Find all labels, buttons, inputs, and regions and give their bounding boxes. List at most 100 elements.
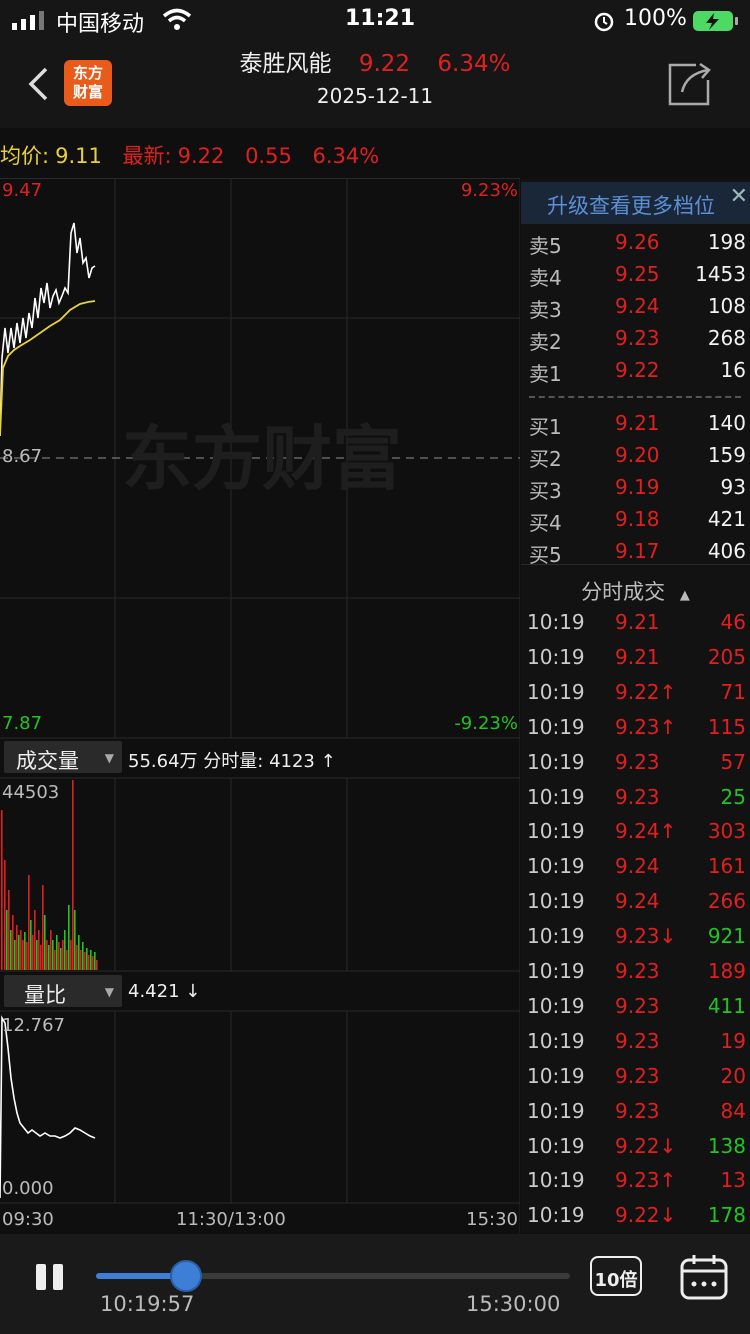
- volume-summary: 55.64万 分时量: 4123 ↑: [128, 747, 336, 773]
- volume-bar: [4, 860, 6, 970]
- stock-name: 泰胜风能: [239, 51, 332, 77]
- change-pct-value: 6.34%: [312, 144, 380, 168]
- ask-row[interactable]: 卖1 9.22 16: [521, 358, 750, 390]
- trade-price: 9.23: [615, 1063, 660, 1088]
- price-high-label: 9.47: [2, 180, 43, 201]
- playback-thumb[interactable]: [170, 1260, 203, 1292]
- trade-volume: 266: [707, 889, 746, 914]
- bid-level-label: 买2: [529, 447, 562, 471]
- ask-volume: 16: [720, 358, 746, 382]
- volume-bar: [78, 935, 80, 970]
- bid-row[interactable]: 买5 9.17 406: [521, 539, 750, 571]
- playback-bar: 10:19:57 15:30:00 10倍: [0, 1234, 750, 1334]
- playback-track[interactable]: [96, 1260, 570, 1292]
- carrier-label: 中国移动: [56, 12, 145, 37]
- trade-time: 10:19: [527, 819, 585, 844]
- trade-time: 10:19: [527, 1063, 585, 1088]
- bid-row[interactable]: 买4 9.18 421: [521, 507, 750, 539]
- trade-volume: 115: [707, 714, 746, 739]
- volume-bar: [84, 952, 86, 970]
- trade-volume: 25: [720, 784, 746, 809]
- share-icon[interactable]: [666, 62, 714, 108]
- volume-bar: [66, 950, 68, 970]
- bid-row[interactable]: 买1 9.21 140: [521, 411, 750, 443]
- volume-bar: [32, 935, 34, 970]
- quote-panel: 升级查看更多档位 ✕ 卖5 9.26 198 卖4 9.25 1453 卖3 9.24 108 卖…: [521, 178, 750, 1233]
- trade-time: 10:19: [527, 1098, 585, 1123]
- ask-price: 9.24: [615, 294, 660, 318]
- price-info-bar: 均价: 9.11 最新: 9.22 0.55 6.34%: [0, 128, 750, 178]
- trade-row: 10:19 9.21 46: [521, 610, 750, 645]
- clock-time: 11:21: [345, 6, 416, 31]
- trade-price: 9.24↑: [615, 819, 677, 844]
- volume-bar: [20, 930, 22, 970]
- book-separator: [521, 564, 750, 565]
- speed-button[interactable]: 10倍: [590, 1256, 642, 1296]
- change-value: 0.55: [245, 144, 292, 168]
- trades-header[interactable]: 分时成交 ▲: [521, 576, 750, 606]
- ask-row[interactable]: 卖2 9.23 268: [521, 326, 750, 358]
- ratio-max-label: 12.767: [2, 1015, 65, 1036]
- trade-row: 10:19 9.23 20: [521, 1064, 750, 1099]
- volume-bar: [54, 950, 56, 970]
- ask-price: 9.25: [615, 262, 660, 286]
- volume-bar: [90, 950, 92, 970]
- tick-volume-arrow: ↑: [320, 751, 336, 772]
- ask-volume: 108: [707, 294, 746, 318]
- avg-value: 9.11: [55, 144, 102, 168]
- trade-time: 10:19: [527, 610, 585, 634]
- avg-price-line: [0, 300, 96, 437]
- trade-price: 9.23: [615, 993, 660, 1018]
- volume-bar: [10, 930, 12, 970]
- trade-time: 10:19: [527, 993, 585, 1018]
- ask-row[interactable]: 卖4 9.25 1453: [521, 262, 750, 294]
- bid-level-label: 买1: [529, 415, 562, 439]
- volume-bar: [80, 950, 82, 970]
- stock-title: 泰胜风能 9.22 6.34%: [0, 44, 750, 78]
- dropdown-arrow-icon: ▼: [104, 751, 114, 765]
- calendar-icon[interactable]: [680, 1254, 728, 1300]
- volume-bar: [38, 930, 40, 970]
- trade-volume: 411: [707, 993, 746, 1018]
- ask-price: 9.23: [615, 326, 660, 350]
- trade-volume: 205: [707, 644, 746, 669]
- volume-bar: [16, 925, 18, 970]
- ratio-indicator-dropdown[interactable]: 量比 ▼: [4, 975, 122, 1007]
- close-icon[interactable]: ✕: [730, 184, 748, 209]
- playback-current-time: 10:19:57: [100, 1292, 195, 1316]
- ask-row[interactable]: 卖3 9.24 108: [521, 294, 750, 326]
- volume-bar: [76, 945, 78, 970]
- trade-price: 9.22↓: [615, 1203, 677, 1228]
- ask-level-label: 卖3: [529, 298, 562, 322]
- time-axis-start: 09:30: [2, 1209, 54, 1230]
- volume-bar: [44, 915, 46, 970]
- trade-price: 9.23: [615, 1098, 660, 1123]
- ask-row[interactable]: 卖5 9.26 198: [521, 230, 750, 262]
- volume-bar: [92, 956, 94, 970]
- volume-bar: [40, 945, 42, 970]
- trade-row: 10:19 9.23 189: [521, 959, 750, 994]
- bid-row[interactable]: 买3 9.19 93: [521, 475, 750, 507]
- ask-level-label: 卖1: [529, 362, 562, 386]
- trade-price: 9.23↑: [615, 714, 677, 739]
- volume-total: 55.64万: [128, 751, 198, 772]
- battery-icon: [693, 11, 738, 31]
- intraday-chart[interactable]: 东方财富 9.47 9.23% 8.67 7.87 -9.23% 成交量 ▼ 55…: [0, 178, 520, 1233]
- volume-bar: [26, 942, 28, 970]
- volume-bar: [18, 935, 20, 970]
- signal-icon: [12, 11, 44, 30]
- trade-price: 9.22↓: [615, 1133, 677, 1158]
- upgrade-banner[interactable]: 升级查看更多档位 ✕: [521, 182, 750, 224]
- bid-price: 9.20: [615, 443, 660, 467]
- trade-row: 10:19 9.23 57: [521, 750, 750, 785]
- latest-value: 9.22: [177, 144, 225, 168]
- bid-row[interactable]: 买2 9.20 159: [521, 443, 750, 475]
- ratio-summary: 4.421 ↓: [128, 981, 200, 1002]
- wifi-icon: [162, 8, 192, 30]
- bid-volume: 406: [707, 539, 746, 563]
- trade-price: 9.23: [615, 959, 660, 983]
- pause-icon[interactable]: [36, 1264, 66, 1290]
- volume-indicator-dropdown[interactable]: 成交量 ▼: [4, 741, 122, 773]
- trade-row: 10:19 9.23↑ 13: [521, 1168, 750, 1203]
- trade-row: 10:19 9.23 19: [521, 1029, 750, 1064]
